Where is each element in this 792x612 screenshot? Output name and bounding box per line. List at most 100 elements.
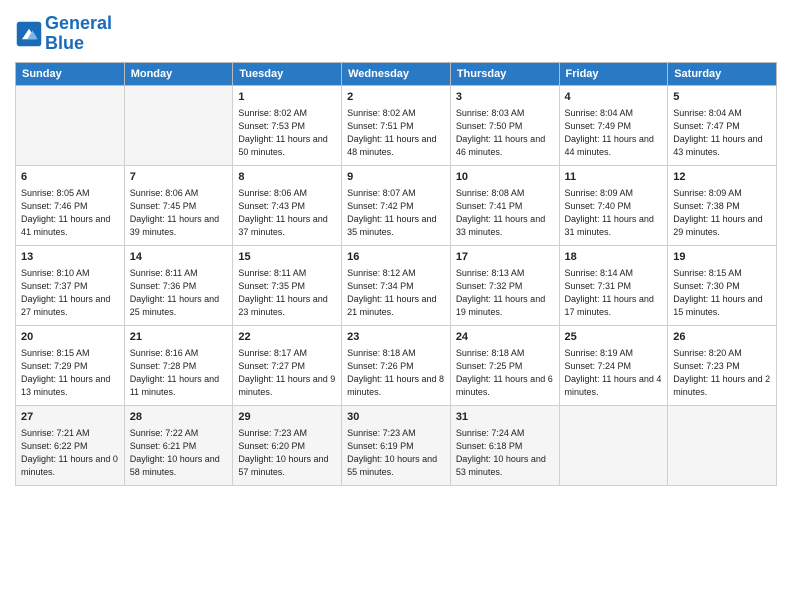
day-info: Sunrise: 8:06 AM Sunset: 7:45 PM Dayligh… [130, 187, 228, 239]
day-number: 2 [347, 90, 445, 105]
day-info: Sunrise: 8:08 AM Sunset: 7:41 PM Dayligh… [456, 187, 554, 239]
day-info: Sunrise: 8:05 AM Sunset: 7:46 PM Dayligh… [21, 187, 119, 239]
day-info: Sunrise: 8:19 AM Sunset: 7:24 PM Dayligh… [565, 347, 663, 399]
day-info: Sunrise: 7:24 AM Sunset: 6:18 PM Dayligh… [456, 427, 554, 479]
calendar-cell: 10 Sunrise: 8:08 AM Sunset: 7:41 PM Dayli… [450, 165, 559, 245]
day-number: 26 [673, 330, 771, 345]
day-number: 15 [238, 250, 336, 265]
day-number: 9 [347, 170, 445, 185]
day-number: 5 [673, 90, 771, 105]
day-number: 14 [130, 250, 228, 265]
col-sunday: Sunday [16, 62, 125, 85]
calendar-cell: 27Sunrise: 7:21 AM Sunset: 6:22 PM Dayli… [16, 405, 125, 485]
day-number: 27 [21, 410, 119, 425]
day-number: 30 [347, 410, 445, 425]
calendar-cell: 2 Sunrise: 8:02 AM Sunset: 7:51 PM Daylig… [342, 85, 451, 165]
day-info: Sunrise: 8:07 AM Sunset: 7:42 PM Dayligh… [347, 187, 445, 239]
col-friday: Friday [559, 62, 668, 85]
day-info: Sunrise: 8:02 AM Sunset: 7:51 PM Dayligh… [347, 107, 445, 159]
day-info: Sunrise: 8:02 AM Sunset: 7:53 PM Dayligh… [238, 107, 336, 159]
calendar-cell: 17 Sunrise: 8:13 AM Sunset: 7:32 PM Dayli… [450, 245, 559, 325]
calendar-cell: 6 Sunrise: 8:05 AM Sunset: 7:46 PM Daylig… [16, 165, 125, 245]
day-number: 10 [456, 170, 554, 185]
day-info: Sunrise: 7:22 AM Sunset: 6:21 PM Dayligh… [130, 427, 228, 479]
calendar-cell [559, 405, 668, 485]
day-info: Sunrise: 7:23 AM Sunset: 6:19 PM Dayligh… [347, 427, 445, 479]
calendar-cell: 4Sunrise: 8:04 AM Sunset: 7:49 PM Daylig… [559, 85, 668, 165]
day-number: 29 [238, 410, 336, 425]
calendar-cell: 22 Sunrise: 8:17 AM Sunset: 7:27 PM Dayli… [233, 325, 342, 405]
calendar-cell: 20 Sunrise: 8:15 AM Sunset: 7:29 PM Dayli… [16, 325, 125, 405]
day-info: Sunrise: 8:20 AM Sunset: 7:23 PM Dayligh… [673, 347, 771, 399]
logo-general: General [45, 13, 112, 33]
day-number: 19 [673, 250, 771, 265]
day-number: 6 [21, 170, 119, 185]
day-number: 24 [456, 330, 554, 345]
day-number: 31 [456, 410, 554, 425]
day-info: Sunrise: 8:04 AM Sunset: 7:47 PM Dayligh… [673, 107, 771, 159]
day-info: Sunrise: 8:15 AM Sunset: 7:30 PM Dayligh… [673, 267, 771, 319]
calendar-cell: 16 Sunrise: 8:12 AM Sunset: 7:34 PM Dayli… [342, 245, 451, 325]
calendar-cell [668, 405, 777, 485]
calendar-cell: 23 Sunrise: 8:18 AM Sunset: 7:26 PM Dayli… [342, 325, 451, 405]
day-number: 16 [347, 250, 445, 265]
logo-text: General Blue [45, 14, 112, 54]
calendar-cell: 30 Sunrise: 7:23 AM Sunset: 6:19 PM Dayli… [342, 405, 451, 485]
calendar-cell: 9 Sunrise: 8:07 AM Sunset: 7:42 PM Daylig… [342, 165, 451, 245]
day-info: Sunrise: 8:09 AM Sunset: 7:38 PM Dayligh… [673, 187, 771, 239]
header: General Blue [15, 10, 777, 54]
day-number: 18 [565, 250, 663, 265]
logo-blue: Blue [45, 33, 84, 53]
calendar-cell: 24 Sunrise: 8:18 AM Sunset: 7:25 PM Dayli… [450, 325, 559, 405]
page: General Blue Sunday Monday Tuesday Wedne… [0, 0, 792, 612]
col-saturday: Saturday [668, 62, 777, 85]
calendar-cell: 25 Sunrise: 8:19 AM Sunset: 7:24 PM Dayli… [559, 325, 668, 405]
calendar-week-3: 13 Sunrise: 8:10 AM Sunset: 7:37 PM Dayli… [16, 245, 777, 325]
day-info: Sunrise: 8:12 AM Sunset: 7:34 PM Dayligh… [347, 267, 445, 319]
day-number: 12 [673, 170, 771, 185]
day-number: 13 [21, 250, 119, 265]
day-number: 28 [130, 410, 228, 425]
calendar-week-2: 6 Sunrise: 8:05 AM Sunset: 7:46 PM Daylig… [16, 165, 777, 245]
day-number: 3 [456, 90, 554, 105]
calendar-cell: 5 Sunrise: 8:04 AM Sunset: 7:47 PM Daylig… [668, 85, 777, 165]
day-number: 22 [238, 330, 336, 345]
calendar-cell: 26 Sunrise: 8:20 AM Sunset: 7:23 PM Dayli… [668, 325, 777, 405]
day-info: Sunrise: 8:04 AM Sunset: 7:49 PM Dayligh… [565, 107, 663, 159]
day-number: 20 [21, 330, 119, 345]
calendar-cell: 21Sunrise: 8:16 AM Sunset: 7:28 PM Dayli… [124, 325, 233, 405]
calendar-cell: 31 Sunrise: 7:24 AM Sunset: 6:18 PM Dayli… [450, 405, 559, 485]
calendar-cell: 14Sunrise: 8:11 AM Sunset: 7:36 PM Dayli… [124, 245, 233, 325]
calendar-cell: 1 Sunrise: 8:02 AM Sunset: 7:53 PM Daylig… [233, 85, 342, 165]
day-info: Sunrise: 8:13 AM Sunset: 7:32 PM Dayligh… [456, 267, 554, 319]
day-info: Sunrise: 8:06 AM Sunset: 7:43 PM Dayligh… [238, 187, 336, 239]
day-info: Sunrise: 7:23 AM Sunset: 6:20 PM Dayligh… [238, 427, 336, 479]
day-number: 1 [238, 90, 336, 105]
day-info: Sunrise: 8:18 AM Sunset: 7:26 PM Dayligh… [347, 347, 445, 399]
calendar-cell: 15 Sunrise: 8:11 AM Sunset: 7:35 PM Dayli… [233, 245, 342, 325]
logo: General Blue [15, 14, 112, 54]
logo-icon [15, 20, 43, 48]
calendar-cell: 29 Sunrise: 7:23 AM Sunset: 6:20 PM Dayli… [233, 405, 342, 485]
day-number: 21 [130, 330, 228, 345]
day-info: Sunrise: 8:03 AM Sunset: 7:50 PM Dayligh… [456, 107, 554, 159]
day-info: Sunrise: 8:18 AM Sunset: 7:25 PM Dayligh… [456, 347, 554, 399]
day-info: Sunrise: 8:17 AM Sunset: 7:27 PM Dayligh… [238, 347, 336, 399]
calendar-cell: 18 Sunrise: 8:14 AM Sunset: 7:31 PM Dayli… [559, 245, 668, 325]
day-info: Sunrise: 8:09 AM Sunset: 7:40 PM Dayligh… [565, 187, 663, 239]
day-info: Sunrise: 8:11 AM Sunset: 7:35 PM Dayligh… [238, 267, 336, 319]
day-info: Sunrise: 8:10 AM Sunset: 7:37 PM Dayligh… [21, 267, 119, 319]
day-number: 11 [565, 170, 663, 185]
day-number: 17 [456, 250, 554, 265]
col-monday: Monday [124, 62, 233, 85]
calendar-cell: 13 Sunrise: 8:10 AM Sunset: 7:37 PM Dayli… [16, 245, 125, 325]
day-number: 8 [238, 170, 336, 185]
day-number: 25 [565, 330, 663, 345]
day-info: Sunrise: 8:15 AM Sunset: 7:29 PM Dayligh… [21, 347, 119, 399]
calendar-cell: 28 Sunrise: 7:22 AM Sunset: 6:21 PM Dayli… [124, 405, 233, 485]
calendar-cell: 12 Sunrise: 8:09 AM Sunset: 7:38 PM Dayli… [668, 165, 777, 245]
day-info: Sunrise: 8:14 AM Sunset: 7:31 PM Dayligh… [565, 267, 663, 319]
day-number: 23 [347, 330, 445, 345]
calendar-cell [16, 85, 125, 165]
calendar-week-1: 1 Sunrise: 8:02 AM Sunset: 7:53 PM Daylig… [16, 85, 777, 165]
